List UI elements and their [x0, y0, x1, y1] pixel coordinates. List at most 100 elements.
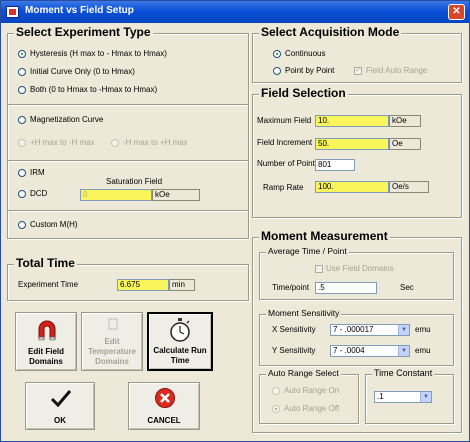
divider: [8, 160, 248, 162]
field-auto-range-label: Field Auto Range: [366, 66, 428, 75]
custom-mh-radio[interactable]: [18, 221, 26, 229]
average-time-subgroup: Average Time / Point Use Field Domains T…: [259, 246, 454, 300]
point-by-point-label: Point by Point: [285, 66, 335, 75]
hmax-to-neg-label: +H max to -H max: [30, 138, 95, 147]
moment-measurement-title: Moment Measurement: [259, 229, 390, 243]
experiment-type-title: Select Experiment Type: [14, 25, 153, 39]
time-per-point-label: Time/point: [272, 283, 310, 292]
saturation-field-input[interactable]: 0: [80, 189, 152, 201]
field-selection-group: Field Selection Maximum Field 10. kOe Fi…: [252, 86, 462, 218]
irm-label: IRM: [30, 168, 45, 177]
window-title: Moment vs Field Setup: [25, 5, 134, 16]
chevron-down-icon[interactable]: ▼: [420, 392, 431, 402]
close-button[interactable]: ✕: [448, 4, 465, 20]
number-of-points-label: Number of Points: [257, 159, 319, 168]
calculate-run-time-label: Calculate Run Time: [153, 346, 207, 365]
app-icon: [6, 6, 19, 18]
edit-temperature-icon: [108, 318, 118, 330]
dcd-radio[interactable]: [18, 190, 26, 198]
edit-temperature-domains-label: Edit Temperature Domains: [88, 337, 136, 366]
time-constant-subgroup: Time Constant .1 ▼: [365, 368, 454, 424]
cancel-label: CANCEL: [147, 416, 181, 425]
continuous-label: Continuous: [285, 49, 326, 58]
field-increment-input[interactable]: 50.: [315, 138, 389, 150]
both-radio[interactable]: [18, 86, 26, 94]
point-by-point-radio[interactable]: [273, 67, 281, 75]
x-emu-unit: emu: [415, 325, 431, 334]
acquisition-mode-title: Select Acquisition Mode: [259, 25, 402, 39]
edit-field-domains-label: Edit Field Domains: [28, 347, 64, 366]
time-constant-value: .1: [377, 392, 384, 401]
ramp-rate-label: Ramp Rate: [263, 183, 304, 192]
stopwatch-icon: [170, 318, 190, 342]
use-field-domains-checkbox[interactable]: [315, 265, 323, 273]
neg-to-hmax-radio[interactable]: [111, 139, 119, 147]
edit-field-domains-button[interactable]: Edit Field Domains: [15, 312, 77, 371]
y-sensitivity-select[interactable]: 7 - .0004 ▼: [330, 345, 410, 357]
hysteresis-label: Hysteresis (H max to - Hmax to Hmax): [30, 49, 167, 58]
total-time-title: Total Time: [14, 256, 77, 270]
calculate-run-time-button[interactable]: Calculate Run Time: [147, 312, 213, 371]
time-per-point-input[interactable]: .5: [315, 282, 377, 294]
auto-range-off-label: Auto Range Off: [284, 404, 339, 413]
auto-range-on-label: Auto Range On: [284, 386, 340, 395]
hysteresis-radio[interactable]: [18, 50, 26, 58]
field-auto-range-checkbox[interactable]: ✓: [354, 67, 362, 75]
chevron-down-icon[interactable]: ▼: [398, 325, 409, 335]
time-constant-select[interactable]: .1 ▼: [374, 391, 432, 403]
checkmark-icon: [50, 390, 72, 408]
time-constant-title: Time Constant: [372, 368, 435, 378]
y-emu-unit: emu: [415, 346, 431, 355]
y-sensitivity-label: Y Sensitivity: [272, 346, 316, 355]
initial-curve-label: Initial Curve Only (0 to Hmax): [30, 67, 135, 76]
maximum-field-label: Maximum Field: [257, 116, 312, 125]
experiment-time-unit: min: [169, 279, 195, 291]
magnetization-curve-label: Magnetization Curve: [30, 115, 104, 124]
x-sensitivity-select[interactable]: 7 - .000017 ▼: [330, 324, 410, 336]
auto-range-title: Auto Range Select: [266, 368, 341, 378]
cancel-button[interactable]: CANCEL: [128, 382, 200, 430]
field-increment-unit: Oe: [389, 138, 421, 150]
experiment-type-group: Select Experiment Type Hysteresis (H max…: [7, 25, 249, 239]
moment-sensitivity-subgroup: Moment Sensitivity X Sensitivity 7 - .00…: [259, 308, 454, 366]
ok-button[interactable]: OK: [25, 382, 95, 430]
title-bar[interactable]: Moment vs Field Setup ✕: [1, 1, 469, 23]
dialog-window: Moment vs Field Setup ✕ Select Experimen…: [0, 0, 470, 442]
divider: [8, 210, 248, 212]
initial-curve-radio[interactable]: [18, 68, 26, 76]
auto-range-off-radio[interactable]: [272, 405, 280, 413]
auto-range-on-radio[interactable]: [272, 387, 280, 395]
experiment-time-label: Experiment Time: [18, 280, 79, 289]
both-label: Both (0 to Hmax to -Hmax to Hmax): [30, 85, 158, 94]
divider: [8, 104, 248, 106]
number-of-points-input[interactable]: 801: [315, 159, 355, 171]
ramp-rate-input[interactable]: 100.: [315, 181, 389, 193]
chevron-down-icon[interactable]: ▼: [398, 346, 409, 356]
field-selection-title: Field Selection: [259, 86, 348, 100]
field-increment-label: Field Increment: [257, 138, 313, 147]
maximum-field-unit: kOe: [389, 115, 421, 127]
experiment-time-value: 6.675: [117, 279, 169, 291]
y-sensitivity-value: 7 - .0004: [333, 346, 365, 355]
saturation-field-label: Saturation Field: [106, 177, 163, 186]
saturation-unit: kOe: [152, 189, 200, 201]
magnetization-curve-radio[interactable]: [18, 116, 26, 124]
irm-radio[interactable]: [18, 169, 26, 177]
edit-temperature-domains-button[interactable]: Edit Temperature Domains: [81, 312, 143, 371]
acquisition-mode-group: Select Acquisition Mode Continuous Point…: [252, 25, 462, 83]
cancel-icon: [155, 388, 175, 408]
x-sensitivity-label: X Sensitivity: [272, 325, 316, 334]
moment-sensitivity-title: Moment Sensitivity: [266, 308, 342, 318]
neg-to-hmax-label: -H max to +H max: [123, 138, 188, 147]
maximum-field-input[interactable]: 10.: [315, 115, 389, 127]
average-time-title: Average Time / Point: [266, 246, 349, 256]
dcd-label: DCD: [30, 189, 48, 198]
ok-label: OK: [54, 416, 66, 425]
auto-range-subgroup: Auto Range Select Auto Range On Auto Ran…: [259, 368, 359, 424]
moment-measurement-group: Moment Measurement Average Time / Point …: [252, 229, 462, 433]
use-field-domains-label: Use Field Domains: [326, 264, 394, 273]
hmax-to-neg-radio[interactable]: [18, 139, 26, 147]
custom-mh-label: Custom M(H): [30, 220, 78, 229]
continuous-radio[interactable]: [273, 50, 281, 58]
total-time-group: Total Time Experiment Time 6.675 min: [7, 256, 249, 301]
